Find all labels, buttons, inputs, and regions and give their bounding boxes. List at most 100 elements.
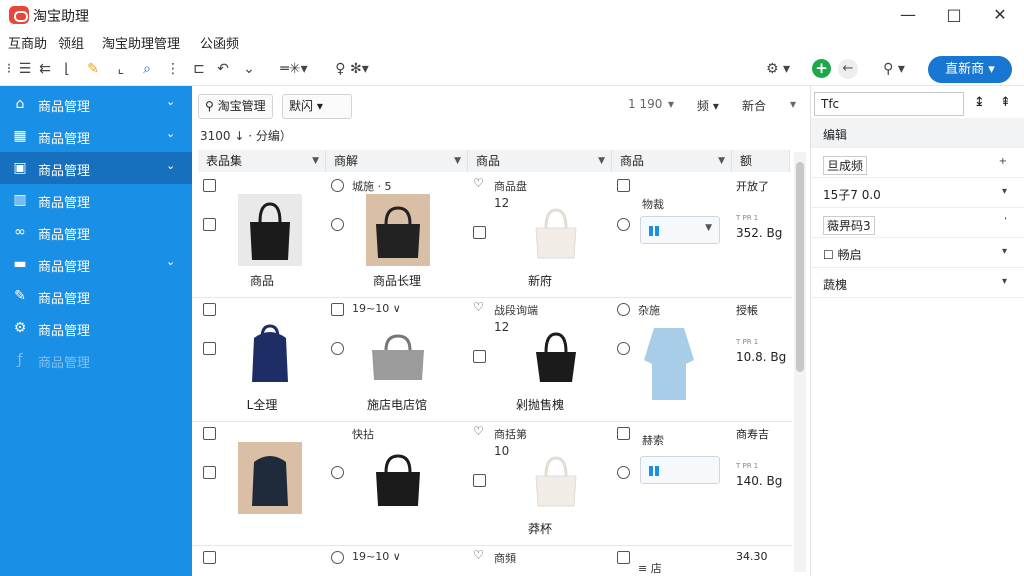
chevron-down-icon[interactable]: ▾ (1002, 186, 1007, 197)
heart-icon[interactable]: ♡ (473, 300, 486, 314)
chevron-down-icon: ⌄ (166, 127, 176, 140)
file-icon[interactable] (617, 427, 630, 440)
sort-icon[interactable]: ↨ (974, 95, 985, 110)
sidebar-item-4[interactable]: ▥ 商品管理 (0, 184, 192, 216)
cell-item: L全理 (198, 298, 326, 422)
chevron-down-icon[interactable]: ⌄ (240, 60, 258, 78)
file-icon[interactable] (617, 551, 630, 564)
cell-item: ♡ 战段询端 12 剁抛售槐 (468, 298, 612, 422)
checkbox-icon[interactable] (203, 342, 216, 355)
pencil-icon: ✎ (14, 288, 26, 304)
variant-select[interactable] (640, 456, 720, 484)
count-dropdown-icon[interactable]: ▾ (668, 97, 674, 111)
comment-icon[interactable] (473, 350, 486, 363)
sort-select[interactable]: 频 ▾ (697, 97, 719, 114)
settings-icon[interactable] (617, 218, 630, 231)
panel-row[interactable]: 15子7 0.0 ▾ (811, 178, 1024, 208)
sidebar-item-6[interactable]: ▬ 商品管理 ⌄ (0, 248, 192, 280)
vertical-scrollbar[interactable] (794, 152, 806, 572)
table-row[interactable]: 19~10 ∨ ♡ 商頻 ≡ 店 34.30 (192, 546, 792, 576)
column-header-1[interactable]: 表品集 ▼ (198, 150, 326, 172)
edit-icon[interactable]: ✎ (84, 60, 102, 78)
doc-icon[interactable] (203, 179, 216, 192)
new-button[interactable]: 新合 (742, 97, 766, 114)
sidebar-item-2[interactable]: ▦ 商品管理 ⌄ (0, 120, 192, 152)
doc-icon[interactable] (203, 427, 216, 440)
heart-icon[interactable]: ♡ (473, 424, 486, 438)
gear-icon[interactable]: ⚙ ▾ (758, 60, 798, 78)
close-button[interactable]: ✕ (980, 2, 1020, 28)
rotate-icon[interactable] (331, 218, 344, 231)
user-icon[interactable]: ♀ ✻▾ (328, 60, 376, 78)
chevron-down-icon[interactable]: ▾ (1002, 276, 1007, 287)
comment-icon[interactable] (473, 474, 486, 487)
column-header-5[interactable]: 额 (732, 150, 790, 172)
tag-icon[interactable] (331, 551, 344, 564)
menu-item-2[interactable]: 领组 (58, 33, 84, 52)
panel-row[interactable]: 薇畀码3 ' (811, 208, 1024, 238)
bracket-icon[interactable]: ⌊ (58, 60, 76, 78)
tag-icon[interactable] (617, 303, 630, 316)
settings-icon[interactable] (617, 342, 630, 355)
heart-icon[interactable]: ♡ (473, 176, 486, 190)
sidebar-item-label: 商品管理 (38, 356, 91, 371)
search-input[interactable]: Tfc (814, 92, 964, 116)
sidebar-item-7[interactable]: ✎ 商品管理 (0, 280, 192, 312)
pin-icon[interactable]: ⚲ ▾ (872, 60, 916, 78)
rotate-icon[interactable] (331, 342, 344, 355)
filter-icon[interactable]: ⇞ (1000, 95, 1011, 110)
checkbox-icon[interactable] (203, 218, 216, 231)
panel-row[interactable]: 旦成频 + (811, 148, 1024, 178)
panel-row-label: 15子7 0.0 (823, 188, 881, 202)
numbered-list-icon[interactable]: ⋮ (164, 60, 182, 78)
settings-icon[interactable] (617, 466, 630, 479)
tag-icon[interactable] (331, 303, 344, 316)
menu-item-4[interactable]: 公函频 (200, 33, 239, 52)
sort-dropdown[interactable]: 默闪 ▾ (282, 94, 352, 119)
menu-item-3[interactable]: 淘宝助理管理 (102, 33, 180, 52)
sidebar-item-3-active[interactable]: ▣ 商品管理 ⌄ (0, 152, 192, 184)
panel-row[interactable]: ☐ 畅启 ▾ (811, 238, 1024, 268)
cell-item: 19~10 ∨ 施店电店馆 (326, 298, 468, 422)
rotate-icon[interactable] (331, 466, 344, 479)
sidebar-item-8[interactable]: ⚙ 商品管理 (0, 312, 192, 344)
minimize-button[interactable]: — (888, 2, 928, 28)
back-icon[interactable]: ← (838, 59, 858, 79)
table-row[interactable]: 商品 城施 · 5 商品长理 ♡ 商品盘 12 新府 物裁 ▼ 开放了 T PR… (192, 174, 792, 298)
chart-icon[interactable]: ⌞ (112, 60, 130, 78)
indent-icon[interactable]: ⊏ (190, 60, 208, 78)
table-row[interactable]: 快拈 ♡ 商括第 10 莽杯 赫索 商寿吉 T PR 1 140. Bg (192, 422, 792, 546)
list-icon[interactable]: ☰ (16, 60, 34, 78)
doc-icon[interactable] (203, 551, 216, 564)
maximize-button[interactable]: □ (934, 2, 974, 28)
checkbox-icon[interactable] (203, 466, 216, 479)
format-icon[interactable]: ⇇ (36, 60, 54, 78)
sidebar-item-1[interactable]: ⌂ 商品管理 ⌄ (0, 88, 192, 120)
column-header-4[interactable]: 商品 ▼ (612, 150, 732, 172)
tag-icon[interactable] (331, 179, 344, 192)
doc-icon[interactable] (203, 303, 216, 316)
cell-item: 杂施 (612, 298, 732, 422)
column-header-3[interactable]: 商品 ▼ (468, 150, 612, 172)
divider-icon[interactable]: ═✳▾ (272, 60, 316, 78)
menu-item-1[interactable]: 互商助 (8, 33, 47, 52)
heart-icon[interactable]: ♡ (473, 548, 486, 562)
more-dropdown-icon[interactable]: ▾ (790, 97, 796, 111)
comment-icon[interactable] (473, 226, 486, 239)
add-icon[interactable]: + (812, 59, 831, 78)
primary-action-button[interactable]: 直新商 ▾ (928, 56, 1012, 83)
variant-select[interactable]: ▼ (640, 216, 720, 244)
sidebar-item-5[interactable]: ∞ 商品管理 (0, 216, 192, 248)
table-row[interactable]: L全理 19~10 ∨ 施店电店馆 ♡ 战段询端 12 剁抛售槐 杂施 授帳 T… (192, 298, 792, 422)
cell-item (198, 546, 326, 576)
file-icon[interactable] (617, 179, 630, 192)
search-icon[interactable]: ⌕ (138, 60, 156, 78)
product-photo (640, 320, 698, 406)
add-icon[interactable]: + (999, 156, 1007, 167)
panel-row[interactable]: 蔬槐 ▾ (811, 268, 1024, 298)
column-header-2[interactable]: 商解 ▼ (326, 150, 468, 172)
scrollbar-thumb[interactable] (796, 162, 804, 372)
chevron-down-icon[interactable]: ▾ (1002, 246, 1007, 257)
filter-button[interactable]: ⚲ 淘宝管理 (198, 94, 273, 119)
undo-icon[interactable]: ↶ (214, 60, 232, 78)
